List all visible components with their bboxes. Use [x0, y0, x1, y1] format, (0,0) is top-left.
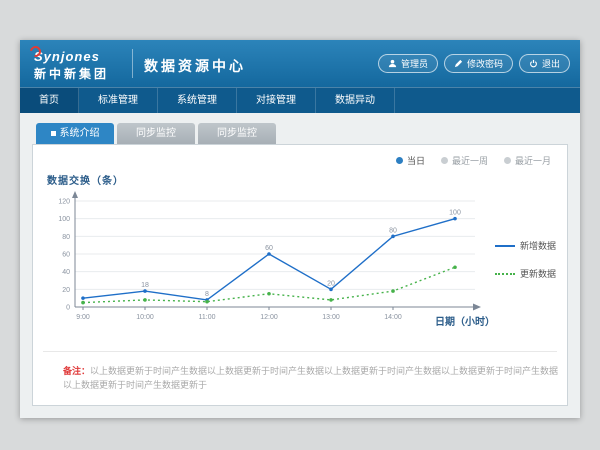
user-button[interactable]: 管理员 — [378, 54, 438, 73]
brand-logo-text: Synjones — [34, 49, 100, 65]
range-option-0[interactable]: 当日 — [396, 154, 425, 167]
svg-text:10:00: 10:00 — [136, 314, 154, 321]
nav-item-1[interactable]: 标准管理 — [79, 88, 158, 113]
x-axis-title: 日期（小时） — [435, 313, 495, 328]
nav-item-4[interactable]: 数据异动 — [316, 88, 395, 113]
nav-item-2[interactable]: 系统管理 — [158, 88, 237, 113]
range-option-1[interactable]: 最近一周 — [441, 154, 488, 167]
footnote: 备注：以上数据更新于时间产生数据以上数据更新于时间产生数据以上数据更新于时间产生… — [63, 365, 563, 392]
user-icon — [388, 59, 397, 68]
svg-text:40: 40 — [62, 269, 70, 276]
svg-text:100: 100 — [449, 210, 461, 217]
svg-text:18: 18 — [141, 282, 149, 289]
nav-menu: 首页标准管理系统管理对接管理数据异动 — [20, 87, 580, 113]
brand-logo: Synjones 新中新集团 — [34, 47, 109, 82]
line-chart: 0 20 40 60 80 100 120 9:00 10:00 11:00 12:00 13:00 1… — [39, 189, 499, 329]
radio-dot-icon — [441, 157, 448, 164]
svg-text:0: 0 — [66, 305, 70, 312]
nav-item-0[interactable]: 首页 — [20, 88, 79, 113]
tab-bullet-icon — [51, 131, 56, 136]
tab-1[interactable]: 同步监控 — [117, 123, 195, 144]
svg-text:80: 80 — [389, 227, 397, 234]
main-window: Synjones 新中新集团 数据资源中心 管理员 修改密码 退出 首页标准管理… — [20, 40, 580, 418]
header-divider — [132, 49, 133, 78]
range-label: 当日 — [407, 154, 425, 167]
radio-dot-icon — [396, 157, 403, 164]
footnote-label: 备注： — [63, 366, 90, 376]
svg-text:120: 120 — [58, 199, 70, 206]
svg-text:80: 80 — [62, 234, 70, 241]
chart-panel: 当日 最近一周 最近一月 数据交换（条） 0 20 40 60 80 100 120 9:00 10… — [32, 144, 568, 406]
svg-text:60: 60 — [62, 252, 70, 259]
svg-text:8: 8 — [205, 291, 209, 298]
range-label: 最近一月 — [515, 154, 551, 167]
y-axis-title: 数据交换（条） — [47, 172, 124, 187]
header-actions: 管理员 修改密码 退出 — [378, 54, 570, 73]
series-legend: 新增数据更新数据 — [495, 239, 561, 295]
nav-item-3[interactable]: 对接管理 — [237, 88, 316, 113]
panel-divider — [43, 351, 557, 352]
pencil-icon — [454, 59, 463, 68]
power-icon — [529, 59, 538, 68]
svg-text:20: 20 — [327, 280, 335, 287]
range-option-2[interactable]: 最近一月 — [504, 154, 551, 167]
svg-text:60: 60 — [265, 245, 273, 252]
svg-text:100: 100 — [58, 216, 70, 223]
series-line-sample-icon — [495, 273, 515, 275]
tab-2[interactable]: 同步监控 — [198, 123, 276, 144]
range-legend: 当日 最近一周 最近一月 — [396, 154, 551, 167]
svg-text:12:00: 12:00 — [260, 314, 278, 321]
svg-text:14:00: 14:00 — [384, 314, 402, 321]
svg-text:11:00: 11:00 — [199, 314, 216, 321]
content-area: 系统介绍同步监控同步监控 当日最近一周最近一月 数据交换（条） 02040608… — [20, 113, 580, 418]
series-legend-item-1[interactable]: 更新数据 — [495, 267, 561, 280]
footnote-text: 以上数据更新于时间产生数据以上数据更新于时间产生数据以上数据更新于时间产生数据以… — [63, 366, 558, 390]
series-name: 更新数据 — [520, 267, 556, 280]
page-title: 数据资源中心 — [144, 56, 246, 76]
change-password-label: 修改密码 — [467, 57, 503, 70]
svg-text:20: 20 — [62, 287, 70, 294]
change-password-button[interactable]: 修改密码 — [444, 54, 513, 73]
tab-bar: 系统介绍同步监控同步监控 — [36, 123, 568, 144]
logout-button[interactable]: 退出 — [519, 54, 570, 73]
brand-company-name: 新中新集团 — [34, 67, 109, 81]
svg-text:9:00: 9:00 — [76, 314, 90, 321]
svg-text:13:00: 13:00 — [322, 314, 340, 321]
tab-0[interactable]: 系统介绍 — [36, 123, 114, 144]
series-line-sample-icon — [495, 245, 515, 247]
user-label: 管理员 — [401, 57, 428, 70]
radio-dot-icon — [504, 157, 511, 164]
range-label: 最近一周 — [452, 154, 488, 167]
logout-label: 退出 — [542, 57, 560, 70]
series-legend-item-0[interactable]: 新增数据 — [495, 239, 561, 252]
app-header: Synjones 新中新集团 数据资源中心 管理员 修改密码 退出 — [20, 40, 580, 87]
series-name: 新增数据 — [520, 239, 556, 252]
